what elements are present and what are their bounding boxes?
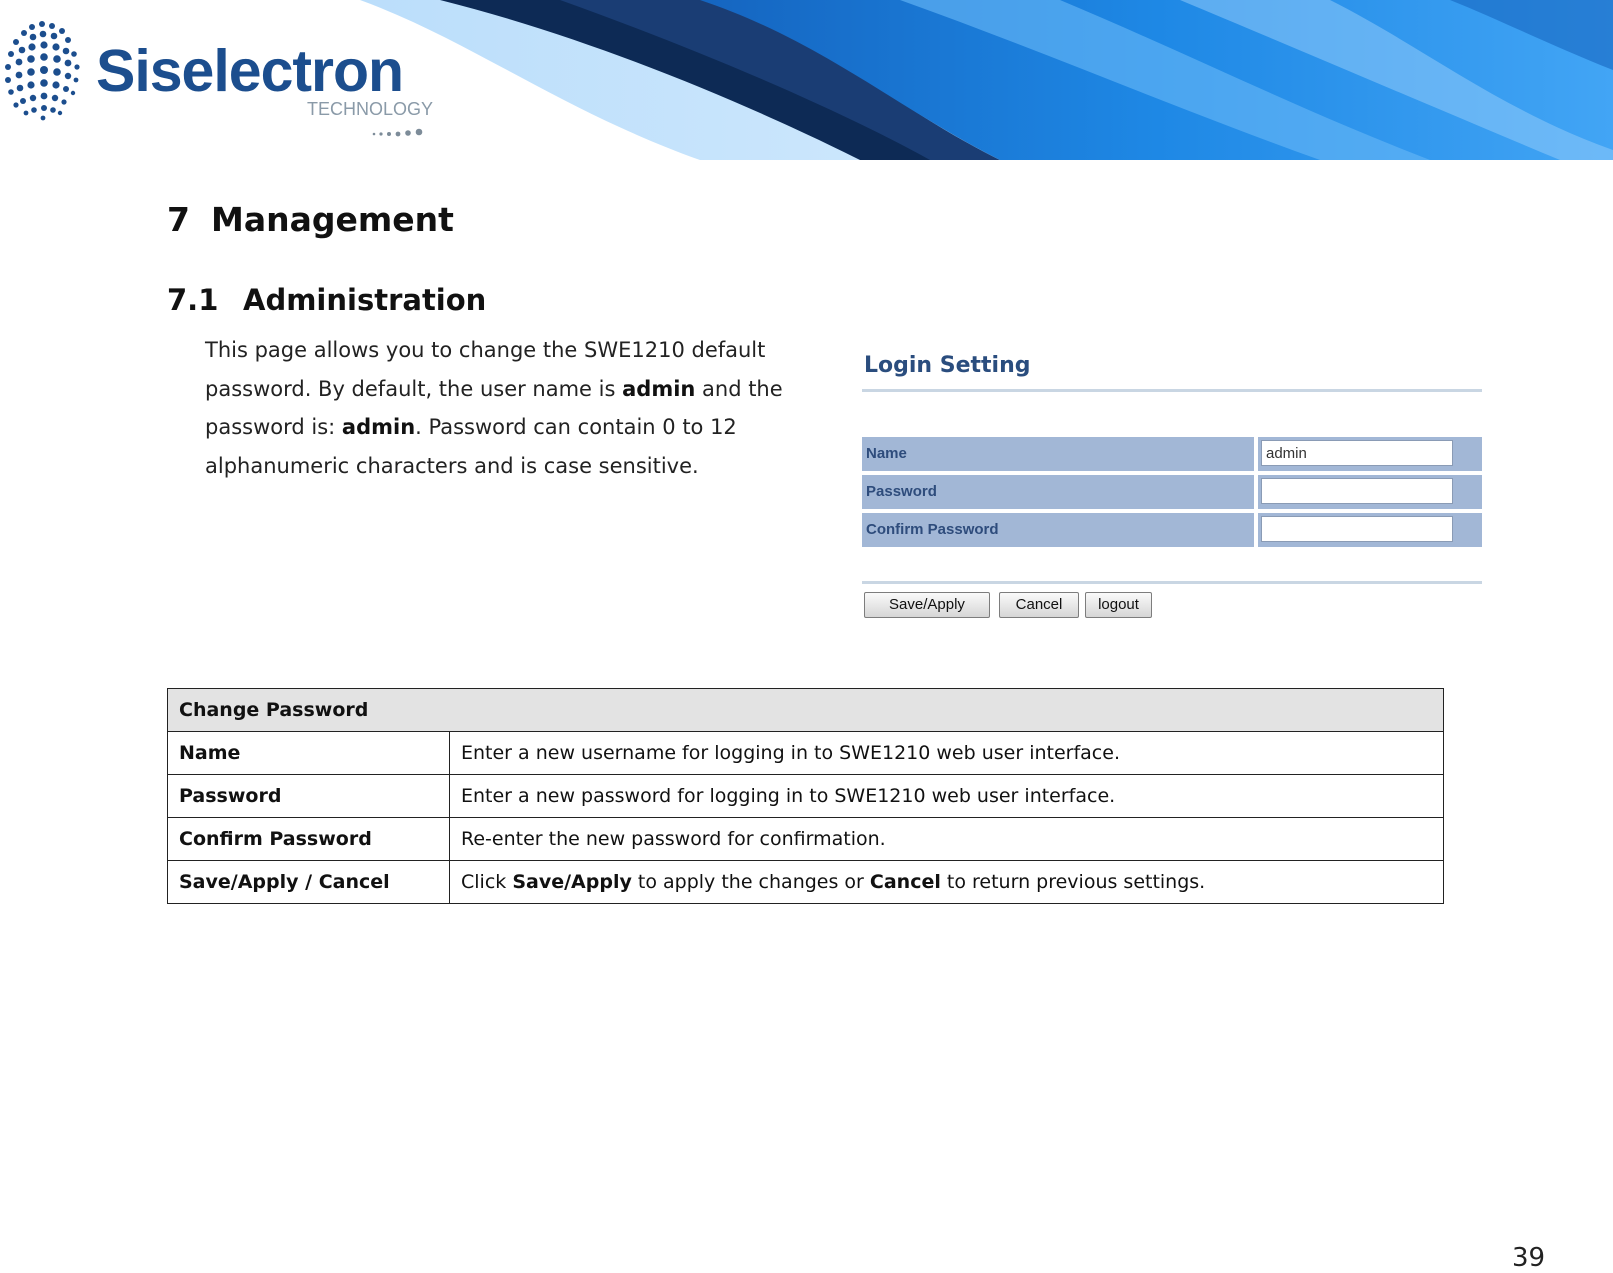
login-field-cell-password bbox=[1258, 475, 1482, 509]
table-row: Password Enter a new password for loggin… bbox=[167, 774, 1444, 818]
logout-button[interactable]: logout bbox=[1085, 592, 1152, 618]
subsection-title: Administration bbox=[243, 283, 487, 317]
buttons-divider bbox=[862, 581, 1482, 584]
login-row-confirm-password: Confirm Password bbox=[862, 513, 1482, 547]
confirm-password-input[interactable] bbox=[1261, 516, 1453, 542]
section-heading: 7 Management bbox=[167, 200, 454, 239]
table-desc: Enter a new username for logging in to S… bbox=[449, 731, 1444, 775]
login-setting-screenshot: Login Setting Name Password Confirm Pass… bbox=[862, 349, 1482, 624]
logo-wordmark: Siselectron bbox=[96, 38, 404, 104]
login-label-name: Name bbox=[862, 437, 1254, 471]
subsection-heading: 7.1 Administration bbox=[167, 283, 486, 317]
name-input[interactable] bbox=[1261, 440, 1453, 466]
title-divider bbox=[862, 389, 1482, 392]
desc-cancel: Cancel bbox=[869, 871, 941, 893]
login-row-password: Password bbox=[862, 475, 1482, 509]
login-row-name: Name bbox=[862, 437, 1482, 471]
login-label-confirm-password: Confirm Password bbox=[862, 513, 1254, 547]
table-term: Name bbox=[167, 731, 450, 775]
subsection-number: 7.1 bbox=[167, 283, 219, 317]
login-field-cell-confirm bbox=[1258, 513, 1482, 547]
header-banner: Siselectron TECHNOLOGY bbox=[0, 0, 1613, 160]
page-number: 39 bbox=[1512, 1243, 1546, 1273]
desc-text: to return previous settings. bbox=[940, 871, 1206, 893]
table-term: Password bbox=[167, 774, 450, 818]
section-title: Management bbox=[211, 200, 454, 239]
table-desc: Enter a new password for logging in to S… bbox=[449, 774, 1444, 818]
logo-subtitle: TECHNOLOGY bbox=[307, 99, 434, 119]
change-password-table: Change Password Name Enter a new usernam… bbox=[167, 688, 1444, 904]
desc-text: to apply the changes or bbox=[631, 871, 870, 893]
table-term: Confirm Password bbox=[167, 817, 450, 861]
company-logo: Siselectron TECHNOLOGY bbox=[0, 12, 440, 142]
default-username: admin bbox=[622, 376, 696, 401]
login-label-password: Password bbox=[862, 475, 1254, 509]
section-number: 7 bbox=[167, 200, 190, 239]
intro-paragraph: This page allows you to change the SWE12… bbox=[205, 331, 815, 485]
login-field-cell-name bbox=[1258, 437, 1482, 471]
logo-dots-icon bbox=[372, 128, 423, 137]
table-header: Change Password bbox=[167, 688, 1444, 732]
table-term: Save/Apply / Cancel bbox=[167, 860, 450, 904]
desc-save-apply: Save/Apply bbox=[512, 871, 632, 893]
table-row: Save/Apply / Cancel Click Save/Apply to … bbox=[167, 860, 1444, 904]
table-header-row: Change Password bbox=[167, 688, 1444, 732]
password-input[interactable] bbox=[1261, 478, 1453, 504]
login-setting-title: Login Setting bbox=[864, 353, 1031, 378]
default-password: admin bbox=[341, 415, 416, 439]
table-desc: Re-enter the new password for confirmati… bbox=[449, 817, 1444, 861]
dotted-globe-icon bbox=[5, 21, 80, 121]
table-row: Name Enter a new username for logging in… bbox=[167, 731, 1444, 775]
table-desc: Click Save/Apply to apply the changes or… bbox=[449, 860, 1444, 904]
table-row: Confirm Password Re-enter the new passwo… bbox=[167, 817, 1444, 861]
cancel-button[interactable]: Cancel bbox=[999, 592, 1079, 618]
save-apply-button[interactable]: Save/Apply bbox=[864, 592, 990, 618]
desc-text: Click bbox=[461, 871, 513, 893]
